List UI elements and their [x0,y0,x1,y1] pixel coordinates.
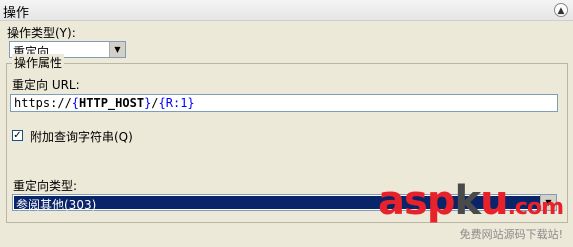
url-brace-open: { [71,96,80,110]
url-backreference: {R:1} [158,96,195,110]
watermark-subtitle: 免费网站源码下载站! [459,228,563,241]
redirect-type-label: 重定向类型: [13,179,78,193]
watermark-logo: aspku.com [378,178,564,224]
append-query-checkbox[interactable]: ✓ [12,130,23,141]
action-type-label: 操作类型(Y): [7,26,76,40]
append-query-label[interactable]: 附加查询字符串(Q) [30,128,133,145]
watermark: aspku.com 免费网站源码下载站! [378,178,564,242]
url-slash: / [151,96,159,110]
section-title: 操作 [3,6,30,21]
url-scheme: https:// [14,96,72,110]
url-server-var: HTTP_HOST [79,96,145,110]
redirect-url-label: 重定向 URL: [12,78,80,92]
redirect-url-input[interactable]: https://{HTTP_HOST}/{R:1} [10,94,558,112]
properties-legend: 操作属性 [12,54,65,71]
chevron-down-icon[interactable]: ▼ [109,42,125,57]
collapse-icon[interactable]: ▲ [554,3,568,17]
section-header: 操作 ▲ [0,0,573,21]
